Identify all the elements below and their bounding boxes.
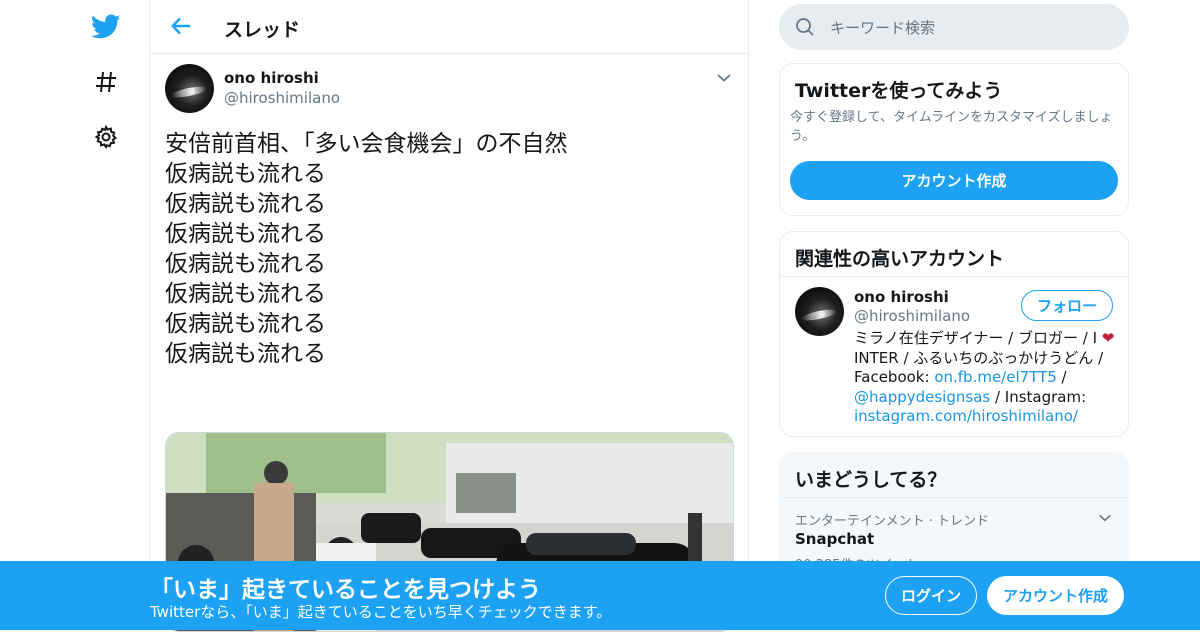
chevron-down-icon[interactable]	[714, 68, 734, 88]
page-title: スレッド	[224, 19, 301, 41]
settings-gear-icon[interactable]	[88, 119, 124, 155]
tweet-line: 仮病説も流れる	[165, 251, 326, 277]
bio-text: /	[1056, 368, 1067, 386]
follow-button[interactable]: フォロー	[1021, 290, 1113, 321]
tweet-author-handle[interactable]: @hiroshimilano	[224, 89, 340, 107]
divider	[780, 276, 1128, 277]
bio-text: ミラノ在住デザイナー / ブロガー / I	[854, 329, 1102, 347]
tweet-line: 仮病説も流れる	[165, 281, 326, 307]
signup-card-body: 今すぐ登録して、タイムラインをカスタマイズしましょう。	[790, 110, 1113, 144]
trends-title: いまどうしてる？	[795, 469, 947, 491]
explore-hashtag-icon[interactable]	[88, 64, 124, 100]
create-account-button[interactable]: アカウント作成	[790, 161, 1118, 200]
related-account-name[interactable]: ono hiroshi	[854, 288, 949, 306]
signup-card-title: Twitterを使ってみよう	[795, 80, 1003, 102]
search-input[interactable]: キーワード検索	[779, 4, 1129, 50]
left-nav	[0, 0, 150, 630]
related-accounts-card: 関連性の高いアカウント ono hiroshi @hiroshimilano フ…	[779, 231, 1129, 437]
related-accounts-title: 関連性の高いアカウント	[795, 248, 1005, 270]
signup-button[interactable]: アカウント作成	[987, 576, 1124, 615]
chevron-down-icon[interactable]	[1096, 509, 1114, 531]
bio-text: / Instagram:	[990, 387, 1087, 406]
bottom-bar-title: 「いま」起きていることを見つけよう	[150, 577, 541, 603]
back-arrow-icon[interactable]	[166, 11, 196, 41]
tweet-text: 安倍前首相、「多い会食機会」の不自然 仮病説も流れる 仮病説も流れる 仮病説も流…	[165, 129, 735, 369]
tweet-line: 仮病説も流れる	[165, 311, 326, 337]
divider	[780, 497, 1128, 498]
tweet-line: 安倍前首相、「多い会食機会」の不自然	[165, 131, 568, 157]
bottom-bar-subtitle: Twitterなら、「いま」起きていることをいち早くチェックできます。	[150, 603, 612, 621]
trend-category: エンターテインメント · トレンド	[795, 514, 990, 529]
instagram-link[interactable]: instagram.com/hiroshimilano/	[854, 407, 1078, 425]
twitter-bird-icon[interactable]	[88, 9, 124, 45]
mention-link[interactable]: @happydesignsas	[854, 388, 990, 406]
avatar[interactable]	[795, 287, 844, 336]
heart-icon: ❤	[1101, 329, 1115, 347]
tweet-line: 仮病説も流れる	[165, 221, 326, 247]
main-column: スレッド ono hiroshi @hiroshimilano 安倍前首相、「多…	[149, 0, 749, 632]
signup-card: Twitterを使ってみよう 今すぐ登録して、タイムラインをカスタマイズしましょ…	[779, 63, 1129, 216]
thread-header: スレッド	[150, 0, 748, 54]
tweet-author-name[interactable]: ono hiroshi	[224, 69, 319, 87]
bottom-signup-bar: 「いま」起きていることを見つけよう Twitterなら、「いま」起きていることを…	[0, 561, 1200, 630]
search-icon	[795, 17, 815, 41]
login-button[interactable]: ログイン	[885, 576, 977, 615]
tweet-line: 仮病説も流れる	[165, 161, 326, 187]
facebook-link[interactable]: on.fb.me/el7TT5	[934, 368, 1056, 386]
tweet-line: 仮病説も流れる	[165, 341, 326, 367]
search-placeholder: キーワード検索	[830, 19, 936, 37]
avatar[interactable]	[165, 64, 214, 113]
tweet-line: 仮病説も流れる	[165, 191, 326, 217]
related-account-bio: ミラノ在住デザイナー / ブロガー / I ❤ INTER / ふるいちのぶっか…	[854, 329, 1116, 427]
related-account-handle[interactable]: @hiroshimilano	[854, 307, 970, 325]
trend-name[interactable]: Snapchat	[795, 530, 874, 548]
